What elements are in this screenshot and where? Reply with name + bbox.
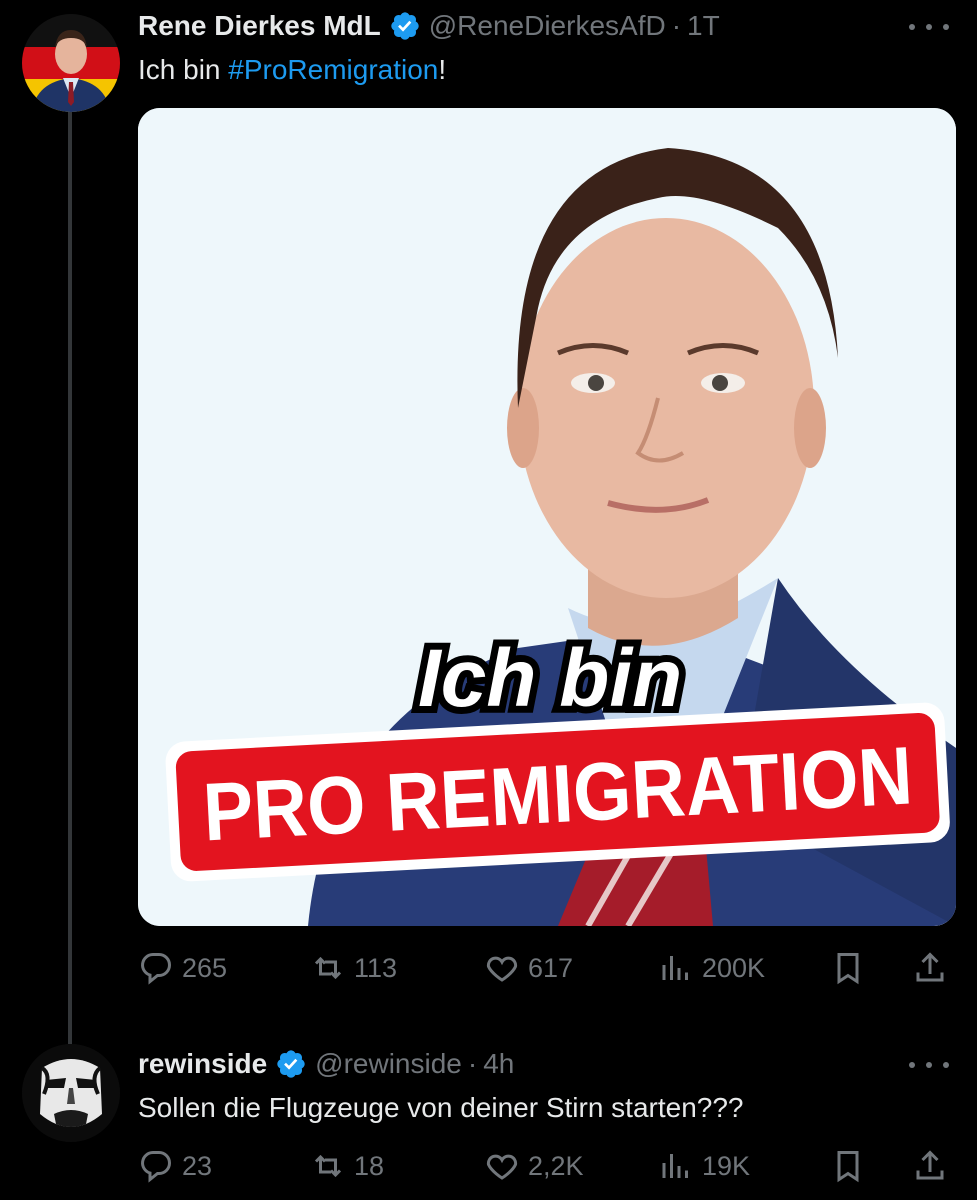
repost-count: 18 [354,1150,385,1181]
reply-text: Sollen die Flugzeuge von deiner Stirn st… [138,1092,744,1123]
share-button[interactable] [912,948,948,988]
repost-icon [314,1154,342,1178]
repost-icon [314,956,342,980]
reply-icon [141,1151,171,1183]
avatar-image [22,14,120,112]
reply-author-handle[interactable]: @rewinside [315,1048,462,1080]
bookmark-icon [837,953,859,985]
reply-action-bar: 23 18 2,2K 19K [138,1146,948,1186]
tweet-timestamp[interactable]: 1T [687,10,720,42]
reply-author-name[interactable]: rewinside [138,1048,267,1080]
share-icon [916,952,944,982]
tweet-image[interactable]: Ich bin PRO REMIGRATION [138,108,956,926]
bookmark-button[interactable] [830,1146,866,1186]
bookmark-button[interactable] [830,948,866,988]
tweet-header: Rene Dierkes MdL @ReneDierkesAfD · 1T [138,6,720,46]
repost-button[interactable]: 113 [310,948,397,988]
more-options-button[interactable] [909,12,949,42]
author-handle[interactable]: @ReneDierkesAfD [429,10,666,42]
thread-connector-line [68,106,72,1044]
views-button[interactable]: 19K [658,1146,750,1186]
like-count: 2,2K [528,1150,584,1181]
avatar-image [22,1044,120,1142]
share-button[interactable] [912,1146,948,1186]
more-icon [909,1062,915,1068]
like-button[interactable]: 2,2K [484,1146,584,1186]
views-icon [662,1154,688,1178]
reply-icon [141,953,171,985]
separator-dot: · [671,10,682,41]
more-icon [909,24,915,30]
repost-count: 113 [354,952,398,983]
views-button[interactable]: 200K [658,948,765,988]
views-icon [662,956,688,980]
reply-more-options-button[interactable] [909,1050,949,1080]
reply-button[interactable]: 265 [138,948,227,988]
image-caption-line1: Ich bin [418,633,682,724]
reply-count: 23 [182,1150,213,1181]
views-count: 19K [702,1150,751,1181]
separator-dot: · [467,1048,478,1079]
verified-badge-icon [391,12,419,40]
author-name[interactable]: Rene Dierkes MdL [138,10,381,42]
repost-button[interactable]: 18 [310,1146,384,1186]
reply-timestamp[interactable]: 4h [483,1048,514,1080]
verified-badge-icon [277,1050,305,1078]
views-count: 200K [702,952,766,983]
tweet-action-bar: 265 113 617 200K [138,948,948,988]
bookmark-icon [837,1151,859,1183]
like-icon [486,956,518,982]
avatar-rene-dierkes[interactable] [22,14,120,112]
like-button[interactable]: 617 [484,948,573,988]
hashtag-link[interactable]: #ProRemigration [228,54,438,85]
reply-count: 265 [182,952,228,983]
portrait-graphic: Ich bin PRO REMIGRATION [138,108,956,926]
like-count: 617 [528,952,574,983]
reply-button[interactable]: 23 [138,1146,212,1186]
reply-header: rewinside @rewinside · 4h [138,1044,514,1084]
avatar-rewinside[interactable] [22,1044,120,1142]
tweet-text: Ich bin #ProRemigration! [138,54,447,85]
like-icon [486,1154,518,1180]
share-icon [916,1150,944,1180]
